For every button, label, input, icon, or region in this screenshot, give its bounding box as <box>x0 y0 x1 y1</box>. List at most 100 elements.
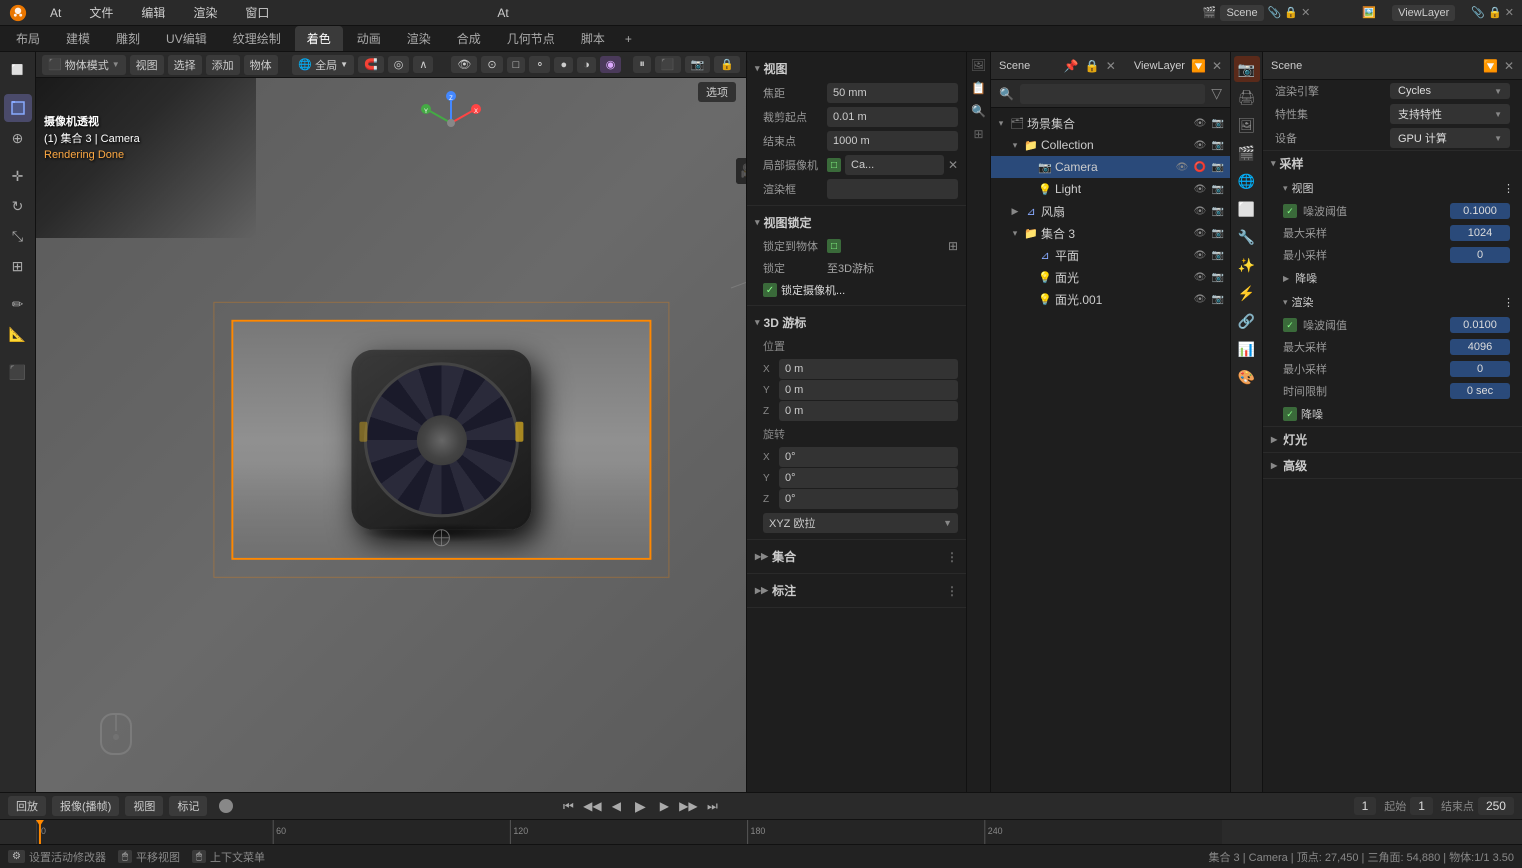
viewport-gizmo[interactable]: Z X Y <box>416 88 486 158</box>
pos-y-value[interactable]: 0 m <box>779 380 958 400</box>
sampling-title[interactable]: ▾ 采样 <box>1263 151 1522 176</box>
viewport-options-btn[interactable]: 选项 <box>698 82 736 102</box>
tab-shading[interactable]: 着色 <box>295 26 343 51</box>
tab-geometry-nodes[interactable]: 几何节点 <box>495 26 567 51</box>
time-limit-value[interactable]: 0 sec <box>1450 383 1510 399</box>
denoise-checkbox[interactable]: ✓ <box>1283 407 1297 421</box>
cursor-header[interactable]: ▾ 3D 游标 <box>747 310 966 335</box>
render-engine-value[interactable]: Cycles ▼ <box>1390 83 1510 99</box>
props-physics-icon[interactable]: ⚡ <box>1234 280 1260 306</box>
clip-end-value[interactable]: 1000 m <box>827 131 958 151</box>
device-value[interactable]: GPU 计算 ▼ <box>1390 128 1510 148</box>
outliner-item-scene-collection[interactable]: ▾ 🗂 场景集合 👁 📷 <box>991 112 1230 134</box>
menu-help[interactable]: 窗口 <box>239 2 275 23</box>
euler-dropdown[interactable]: XYZ 欧拉 ▼ <box>763 513 958 533</box>
pos-x-value[interactable]: 0 m <box>779 359 958 379</box>
play-btn[interactable]: ▶ <box>629 795 651 817</box>
rot-x-value[interactable]: 0° <box>779 447 958 467</box>
proportional-type-btn[interactable]: ∧ <box>413 56 433 73</box>
lock-to-object-checkbox[interactable]: □ <box>827 239 841 253</box>
vp-noise-checkbox[interactable]: ✓ <box>1283 204 1297 218</box>
outliner-pin-icon[interactable]: 📌 <box>1064 59 1079 73</box>
local-camera-close[interactable]: ✕ <box>948 158 958 172</box>
lock-camera-btn[interactable]: 🔒 <box>714 56 740 73</box>
outliner-lock-icon[interactable]: 🔒 <box>1085 59 1100 73</box>
tab-animation[interactable]: 动画 <box>345 26 393 51</box>
annotation-menu-icon[interactable]: ⋮ <box>946 584 958 598</box>
side-icon-1[interactable]: 🖼 <box>968 54 990 76</box>
outliner-item-collection3[interactable]: ▾ 📁 集合 3 👁 📷 <box>991 222 1230 244</box>
outliner-item-area-light[interactable]: ▶ 💡 面光 👁 📷 <box>991 266 1230 288</box>
tab-modeling[interactable]: 建模 <box>54 26 102 51</box>
local-camera-checkbox[interactable]: □ <box>827 158 841 172</box>
outliner-close-icon-2[interactable]: ✕ <box>1212 59 1222 73</box>
clip-start-value[interactable]: 0.01 m <box>827 107 958 127</box>
viewport-canvas[interactable]: 摄像机透视 (1) 集合 3 | Camera Rendering Done 选… <box>36 78 746 792</box>
next-frame-btn[interactable]: ▶ <box>653 795 675 817</box>
jump-to-end-btn[interactable]: ⏭ <box>701 795 723 817</box>
scene-col-render[interactable]: 📷 <box>1210 115 1226 131</box>
rotate-tool[interactable]: ↻ <box>4 192 32 220</box>
camera-view-btn[interactable]: 🎥 <box>736 158 746 184</box>
select-menu-btn[interactable]: 选择 <box>168 55 202 75</box>
tab-scripting[interactable]: 脚本 <box>569 26 617 51</box>
light-vis[interactable]: 👁 <box>1192 181 1208 197</box>
viewport-subsection-title[interactable]: ▾ 视图 ⋮ <box>1263 176 1522 200</box>
props-material-icon[interactable]: 🎨 <box>1234 364 1260 390</box>
render-region-btn[interactable]: ⬛ <box>655 56 681 73</box>
prev-frame-btn[interactable]: ◀ <box>605 795 627 817</box>
light-render[interactable]: 📷 <box>1210 181 1226 197</box>
props-object-icon[interactable]: ⬜ <box>1234 196 1260 222</box>
col-expand[interactable]: ▾ <box>1009 139 1021 151</box>
outliner-item-collection[interactable]: ▾ 📁 Collection 👁 📷 <box>991 134 1230 156</box>
measure-tool[interactable]: 📐 <box>4 320 32 348</box>
add-workspace-btn[interactable]: + <box>619 30 638 48</box>
select-box-tool[interactable] <box>4 94 32 122</box>
camera-region-btn[interactable]: 📷 <box>685 56 711 73</box>
render-props-filter[interactable]: 🔽 <box>1483 59 1498 73</box>
add-menu-btn[interactable]: 添加 <box>206 55 240 75</box>
proportional-btn[interactable]: ◎ <box>388 56 410 73</box>
next-keyframe-btn[interactable]: ▶▶ <box>677 795 699 817</box>
feature-set-value[interactable]: 支持特性 ▼ <box>1390 104 1510 124</box>
blender-logo[interactable] <box>8 3 28 23</box>
tab-uv[interactable]: UV编辑 <box>154 26 219 51</box>
collection-menu-icon[interactable]: ⋮ <box>946 550 958 564</box>
tab-rendering[interactable]: 渲染 <box>395 26 443 51</box>
vp-min-samples-value[interactable]: 0 <box>1450 247 1510 263</box>
alight-vis[interactable]: 👁 <box>1192 269 1208 285</box>
annotation-header[interactable]: ▶ 标注 ⋮ <box>747 578 966 603</box>
tab-layout[interactable]: 布局 <box>4 26 52 51</box>
outliner-filter-btn[interactable]: ▽ <box>1211 85 1222 102</box>
lock-icon[interactable]: ⊞ <box>948 239 958 253</box>
scale-tool[interactable]: ⤡ <box>4 222 32 250</box>
tab-sculpt[interactable]: 雕刻 <box>104 26 152 51</box>
view-section-header[interactable]: ▾ 视图 <box>747 56 966 81</box>
add-cube-tool[interactable]: ⬛ <box>4 358 32 386</box>
cam-select[interactable]: ⭕ <box>1192 159 1208 175</box>
view-menu-btn[interactable]: 视图 <box>130 55 164 75</box>
overlay-btn[interactable]: ⊙ <box>481 56 502 73</box>
object-menu-btn[interactable]: 物体 <box>244 55 278 75</box>
gizmo-overlay-btn[interactable]: 👁 <box>451 56 477 73</box>
alight2-render[interactable]: 📷 <box>1210 291 1226 307</box>
side-icon-3[interactable]: 🔍 <box>968 100 990 122</box>
outliner-item-light[interactable]: ▶ 💡 Light 👁 📷 <box>991 178 1230 200</box>
timeline-ruler[interactable]: 0 60 120 180 240 <box>36 820 1222 844</box>
plane-vis[interactable]: 👁 <box>1192 247 1208 263</box>
props-scene-icon[interactable]: 🎬 <box>1234 140 1260 166</box>
denoise-viewport-title[interactable]: ▶ 降噪 <box>1263 266 1522 290</box>
alight2-expand[interactable]: ▶ <box>1023 293 1035 305</box>
current-frame-display[interactable]: 1 <box>1354 797 1377 815</box>
plane-render[interactable]: 📷 <box>1210 247 1226 263</box>
props-particles-icon[interactable]: ✨ <box>1234 252 1260 278</box>
start-frame[interactable]: 1 <box>1410 797 1433 815</box>
jump-to-start-btn[interactable]: ⏮ <box>557 795 579 817</box>
alight-render[interactable]: 📷 <box>1210 269 1226 285</box>
mode-indicator-btn[interactable]: ⬜ <box>4 56 32 84</box>
playback-type-btn[interactable]: 报像(播帧) <box>52 796 119 816</box>
scene-col-vis[interactable]: 👁 <box>1192 115 1208 131</box>
transform-tool[interactable]: ⊞ <box>4 252 32 280</box>
fan-expand[interactable]: ▶ <box>1009 205 1021 217</box>
col-render[interactable]: 📷 <box>1210 137 1226 153</box>
